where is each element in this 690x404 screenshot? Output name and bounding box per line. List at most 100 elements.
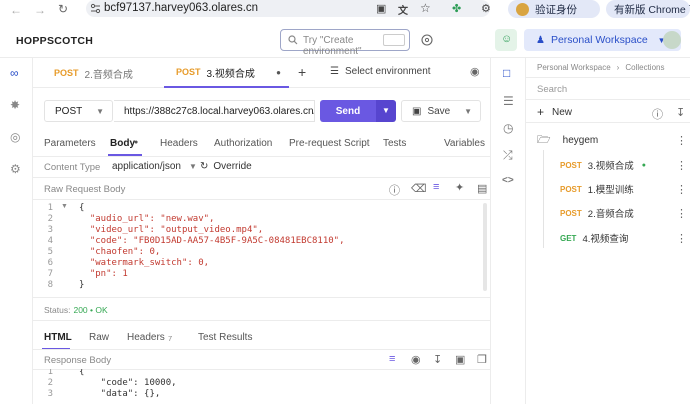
profile-button[interactable]: 验证身份 [508,0,600,18]
tab-audio-synthesis[interactable]: POST 2.音频合成 [54,58,162,88]
headers-count-badge: 7 [168,334,173,343]
code-line: { [79,369,85,377]
method-select[interactable]: POST ▼ [44,100,113,122]
invite-user-button[interactable]: ☺ [495,29,517,51]
new-label: New [552,106,573,118]
save-button[interactable]: ▣ Save ▼ [401,100,481,122]
update-chrome-button[interactable]: 有新版 Chrome 可用 [606,0,690,18]
preview-eye-icon[interactable]: ◉ [411,353,421,366]
import-icon[interactable]: ↧ [676,106,685,119]
update-label: 有新版 Chrome 可用 [614,3,690,16]
code-line: "chaofen": 0, [79,247,161,257]
cast-icon[interactable]: ▣ [376,2,386,15]
download-icon[interactable]: ↧ [433,353,442,366]
new-tab-button[interactable]: + [298,64,306,80]
content-type-select[interactable]: application/json ▼ [112,161,197,172]
request-url-input[interactable]: https://388c27c8.local.harvey063.olares.… [114,100,315,122]
response-status: Status: 200 • OK [44,305,108,315]
reload-icon[interactable]: ↻ [58,2,68,16]
request-item-video-query[interactable]: GET 4.视频查询 ⋮ [560,231,687,246]
override-button[interactable]: ↻ Override [200,161,252,172]
format-lines-icon[interactable]: ≡ [433,181,439,193]
tab-pre-request-script[interactable]: Pre-request Script [289,138,370,149]
extension-icon[interactable]: ✤ [452,2,461,15]
environment-label: Select environment [344,66,431,77]
settings-nav-icon[interactable]: ⚙ [10,162,21,176]
environment-selector[interactable]: ☰ Select environment [330,66,431,77]
puzzle-icon[interactable]: ⚙ [481,2,491,15]
environments-icon[interactable]: ☰ [503,94,514,108]
more-vertical-icon[interactable]: ⋮ [676,207,687,220]
plus-icon: + [537,105,545,119]
workspace-label: Personal Workspace [550,34,648,46]
more-vertical-icon[interactable]: ⋮ [676,232,687,245]
save-icon[interactable]: ▣ [455,353,465,366]
request-body-editor[interactable]: 1 2 3 4 5 6 7 8 ▼ { "audio_url": "new.wa… [33,199,490,297]
bookmark-star-icon[interactable]: ☆ [420,1,431,15]
help-icon[interactable]: ⓘ [652,106,663,122]
graphql-nav-icon[interactable]: ✸ [10,98,20,112]
content-type-label: Content Type [44,162,101,173]
tab-variables[interactable]: Variables [444,138,485,149]
send-options-button[interactable]: ▼ [376,100,396,122]
breadcrumb-collections[interactable]: Collections [625,63,664,72]
back-icon[interactable]: ← [10,3,22,17]
help-icon[interactable]: ⓘ [389,182,400,198]
trash-icon[interactable]: ⌫ [411,182,427,195]
workspace-selector[interactable]: ♟ Personal Workspace ▼ [524,29,681,51]
more-vertical-icon[interactable]: ⋮ [676,134,687,147]
tab-response-headers[interactable]: Headers [127,332,165,343]
site-info-icon[interactable] [90,3,101,14]
tab-authorization[interactable]: Authorization [214,138,272,149]
fold-chevron-icon[interactable]: ▼ [61,203,68,210]
new-collection-button[interactable]: + New [537,105,572,119]
collections-search-input[interactable]: Search [537,84,567,95]
response-tabs-divider [33,349,490,350]
send-button[interactable]: Send [320,100,376,122]
tab-html[interactable]: HTML [44,332,72,343]
tab-body[interactable]: Body [110,138,135,149]
tab-raw[interactable]: Raw [89,332,109,343]
code-icon[interactable]: <> [502,175,514,186]
tab-video-synthesis[interactable]: POST 3.视频合成 ● [164,58,289,88]
collection-name: heygem [562,135,599,146]
request-item-video-synthesis[interactable]: POST 3.视频合成 ● ⋮ [560,158,687,173]
request-method: POST [560,160,582,170]
tab-headers[interactable]: Headers [160,138,198,149]
request-item-model-training[interactable]: POST 1.模型训练 ⋮ [560,182,687,197]
request-label: 1.模型训练 [587,185,634,196]
more-vertical-icon[interactable]: ⋮ [676,183,687,196]
user-avatar[interactable] [663,31,681,49]
folder-icon: 🗁 [537,134,551,146]
file-icon[interactable]: ▤ [477,182,487,195]
tab-test-results[interactable]: Test Results [198,332,252,343]
chevron-down-icon: ▼ [96,106,104,116]
editor-scrollbar[interactable] [483,203,487,291]
search-icon [288,35,298,45]
unsaved-dot-icon: ● [276,67,281,77]
collections-icon[interactable]: □ [503,66,510,80]
copy-icon[interactable]: ❐ [477,353,487,366]
tab-parameters[interactable]: Parameters [44,138,96,149]
command-search-input[interactable]: Try "Create environment" [280,29,410,57]
rest-nav-icon[interactable]: ∞ [10,66,19,80]
collection-heygem[interactable]: 🗁 heygem ⋮ [537,131,687,150]
response-body-viewer[interactable]: 1 2 3 { "code": 10000, "data": {}, [33,369,490,404]
help-icon[interactable] [421,34,433,46]
tab-tests[interactable]: Tests [383,138,406,149]
translate-icon[interactable]: 文 [398,2,408,17]
breadcrumb-workspace[interactable]: Personal Workspace [537,63,611,72]
history-icon[interactable]: ◷ [503,121,513,135]
realtime-nav-icon[interactable]: ◎ [10,130,20,144]
more-vertical-icon[interactable]: ⋮ [676,159,687,172]
magic-wand-icon[interactable]: ✦ [455,181,464,194]
app-logo[interactable]: HOPPSCOTCH [16,35,93,47]
wrap-lines-icon[interactable]: ≡ [389,353,395,365]
users-icon: ♟ [536,34,545,46]
line-number: 4 [47,236,53,246]
request-item-audio-synthesis[interactable]: POST 2.音频合成 ⋮ [560,206,687,221]
eye-icon[interactable]: ◉ [470,65,480,78]
breadcrumb: Personal Workspace › Collections [537,63,664,72]
share-icon[interactable]: ⤮ [503,148,513,163]
forward-icon[interactable]: → [34,3,46,17]
